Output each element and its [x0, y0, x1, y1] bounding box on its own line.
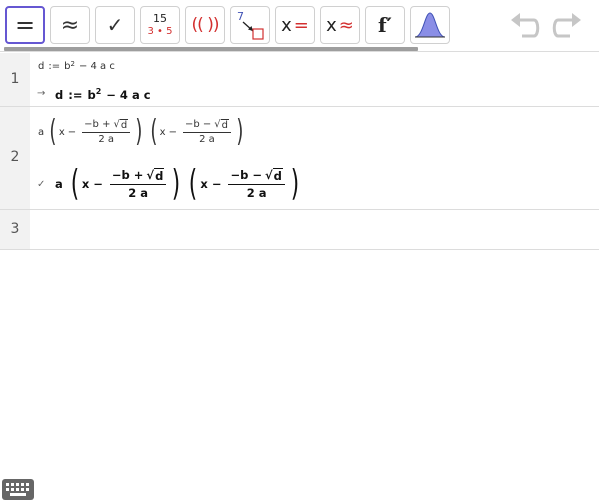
factor-button[interactable]: 15 3 • 5 [140, 6, 180, 44]
solve-button[interactable]: x = [275, 6, 315, 44]
numerator-text: −b + [111, 168, 144, 182]
cas-cell[interactable]: d := b2 − 4 a c → d := b2 − 4 a c [30, 53, 599, 106]
numerator-text: −b − [184, 119, 212, 130]
checkmark-icon: ✓ [106, 13, 124, 37]
cas-row-3[interactable]: 3 [0, 210, 599, 250]
input-variable: x [159, 126, 166, 138]
substitute-number: 7 [237, 10, 244, 23]
cas-input-empty[interactable] [30, 210, 599, 249]
output-arrow-icon: → [37, 88, 46, 99]
expand-parentheses-icon: (( )) [191, 15, 220, 35]
cas-toolbar: = ≈ ✓ 15 3 • 5 (( )) 7 x = x ≈ f′ [0, 0, 599, 52]
output-variable: x [81, 177, 90, 191]
minus-operator: − [93, 177, 103, 191]
solve-equals-icon: = [293, 14, 309, 36]
radicand: d [119, 119, 129, 131]
output-factor: a [55, 177, 63, 191]
right-paren: ) [172, 163, 181, 204]
numerator-text: −b − [230, 168, 262, 182]
fraction: −b + √ d 2 a [109, 168, 167, 200]
left-paren: ( [70, 163, 80, 204]
solve-numerically-button[interactable]: x ≈ [320, 6, 360, 44]
output-term: − 4 a c [106, 88, 151, 102]
undo-icon [511, 13, 540, 38]
minus-operator: − [168, 126, 177, 138]
output-variable: x [200, 177, 208, 191]
sqrt-icon: √ d [146, 168, 165, 183]
substitute-button[interactable]: 7 [230, 6, 270, 44]
denominator: 2 a [246, 186, 267, 200]
sqrt-icon: √ d [214, 119, 229, 131]
row-number: 2 [10, 149, 20, 165]
fraction: −b − √ d 2 a [228, 168, 285, 200]
equals-icon: = [14, 11, 36, 39]
keep-input-button[interactable]: ✓ [95, 6, 135, 44]
right-paren: ) [135, 114, 143, 149]
exponent: 2 [95, 86, 102, 96]
keyboard-button[interactable] [2, 479, 34, 500]
evaluate-button[interactable]: = [5, 6, 45, 44]
input-variable: x [58, 126, 65, 138]
expand-button[interactable]: (( )) [185, 6, 225, 44]
radicand: d [220, 119, 229, 131]
row-number: 1 [10, 71, 20, 87]
derivative-icon: f′ [378, 13, 392, 37]
cas-cell[interactable]: a ( x − −b + √ d 2 a ) ( x − −b − √ d 2 a ) … [30, 107, 599, 209]
cas-row-1[interactable]: 1 d := b2 − 4 a c → d := b2 − 4 a c [0, 53, 599, 107]
sqrt-icon: √ d [113, 119, 129, 131]
right-paren: ) [236, 114, 244, 149]
assign-operator: := [48, 61, 61, 72]
fraction: −b + √ d 2 a [82, 119, 131, 145]
nsolve-approx-icon: ≈ [338, 14, 354, 36]
approx-icon: ≈ [60, 12, 80, 38]
minus-operator: − [211, 177, 222, 191]
radicand: d [154, 168, 165, 183]
redo-icon [552, 13, 581, 38]
substitute-icon: 7 [237, 10, 264, 40]
minus-operator: − [67, 126, 77, 138]
input-factor: a [38, 126, 45, 138]
row-number: 3 [10, 221, 20, 237]
input-term: − 4 a c [78, 61, 115, 72]
input-variable: d [38, 61, 45, 72]
numerator-text: −b + [84, 119, 111, 130]
fraction: −b − √ d 2 a [182, 119, 231, 145]
output-term: b [87, 88, 96, 102]
cas-input[interactable]: d := b2 − 4 a c [38, 59, 115, 73]
solve-x-label: x [281, 14, 292, 36]
redo-button[interactable] [548, 10, 584, 42]
geogebra-cas-view: = ≈ ✓ 15 3 • 5 (( )) 7 x = x ≈ f′ 1 d:=… [0, 0, 599, 503]
right-paren: ) [290, 163, 300, 204]
normal-distribution-icon [414, 12, 446, 38]
check-icon: ✓ [37, 179, 46, 190]
exponent: 2 [70, 59, 75, 68]
output-variable: d [55, 88, 64, 102]
denominator: 2 a [98, 134, 115, 145]
factor-number-label: 15 [153, 12, 167, 26]
left-paren: ( [49, 114, 57, 149]
toolbar-divider [0, 51, 599, 52]
probability-button[interactable] [410, 6, 450, 44]
derivative-button[interactable]: f′ [365, 6, 405, 44]
numeric-button[interactable]: ≈ [50, 6, 90, 44]
assign-operator: := [68, 88, 83, 102]
radicand: d [272, 168, 283, 183]
undo-button[interactable] [508, 10, 544, 42]
denominator: 2 a [128, 186, 148, 200]
cas-output: d := b2 − 4 a c [55, 86, 151, 103]
denominator: 2 a [199, 134, 215, 145]
cas-output: a ( x − −b + √ d 2 a ) ( x − −b − √ d 2 a ) [55, 165, 302, 203]
left-paren: ( [150, 114, 158, 149]
cas-input[interactable]: a ( x − −b + √ d 2 a ) ( x − −b − √ d 2 a ) [38, 115, 246, 149]
keyboard-icon [6, 483, 29, 496]
sqrt-icon: √ d [264, 168, 283, 183]
left-paren: ( [189, 163, 198, 204]
factor-product-label: 3 • 5 [147, 25, 173, 37]
cas-row-2[interactable]: 2 a ( x − −b + √ d 2 a ) ( x − −b − √ d 2 a [0, 107, 599, 210]
nsolve-x-label: x [326, 14, 337, 36]
